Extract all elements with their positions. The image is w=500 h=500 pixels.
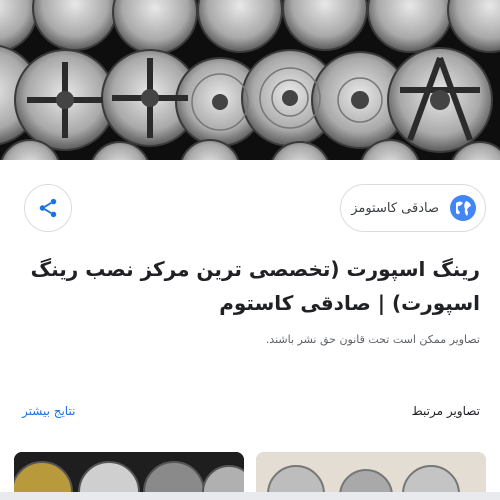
share-button[interactable] xyxy=(24,184,72,232)
globe-icon xyxy=(450,195,476,221)
bottom-nav-edge xyxy=(0,492,500,500)
copyright-notice: تصاویر ممکن است تحت قانون حق نشر باشند. xyxy=(265,333,480,346)
image-title[interactable]: رینگ اسپورت (تخصصی ترین مرکز نصب رینگ اس… xyxy=(18,252,480,320)
hero-image[interactable] xyxy=(0,0,500,160)
source-name: صادقی کاستومز xyxy=(351,200,439,216)
share-icon xyxy=(39,198,57,218)
related-images-heading: تصاویر مرتبط xyxy=(411,404,480,418)
more-results-link[interactable]: نتایج بیشتر xyxy=(22,404,75,418)
source-link-chip[interactable]: صادقی کاستومز xyxy=(340,184,486,232)
